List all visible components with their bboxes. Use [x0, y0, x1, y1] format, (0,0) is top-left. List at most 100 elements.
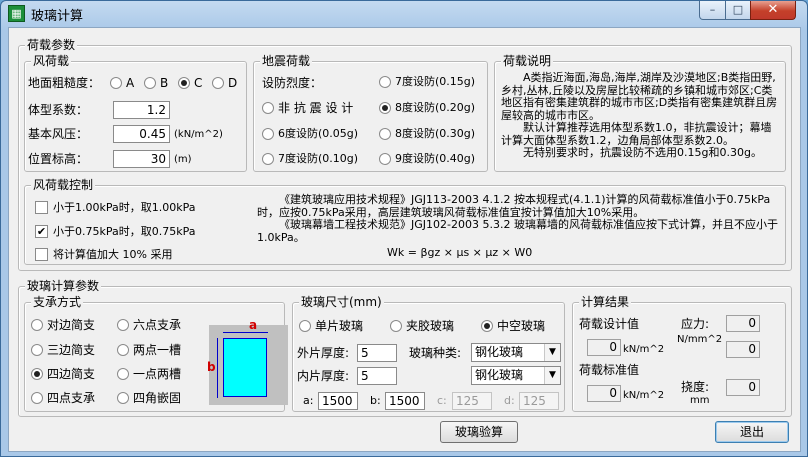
- maximize-icon[interactable]: □: [725, 1, 751, 20]
- support-group: 支承方式 对边简支 六点支承 三边简支 两点一槽 四边简支 一点两槽 四点支承 …: [24, 295, 288, 412]
- dim-line-a: [223, 332, 268, 333]
- support-radio-two-point-slot[interactable]: [117, 344, 129, 356]
- seismic-option-8-020: 8度设防(0.20g): [395, 101, 476, 114]
- base-pressure-unit: (kN/m^2): [174, 129, 223, 140]
- glass-type-radio-laminated[interactable]: [390, 320, 402, 332]
- wind-control-legend: 风荷载控制: [31, 178, 96, 192]
- inner-glass-kind-select[interactable]: 钢化玻璃 ▼: [471, 366, 561, 385]
- inner-thickness-label: 内片厚度:: [297, 369, 350, 383]
- seismic-option-7-010: 7度设防(0.10g): [278, 152, 359, 165]
- roughness-radio-a[interactable]: [110, 77, 122, 89]
- outer-thickness-input[interactable]: 5: [357, 344, 397, 362]
- load-notes-paragraph-2: 默认计算推荐选用体型系数1.0，非抗震设计；幕墙计算大面体型系数1.2，边角局部…: [501, 121, 772, 147]
- roughness-radio-d[interactable]: [212, 77, 224, 89]
- support-label-one-point-two-slot: 一点两槽: [133, 367, 182, 381]
- seismic-load-legend: 地震荷载: [260, 54, 313, 68]
- min-100-checkbox[interactable]: [35, 201, 48, 214]
- dim-label-a: a: [249, 318, 258, 332]
- grid-icon: ▦: [8, 5, 25, 22]
- height-input[interactable]: 30: [113, 150, 170, 168]
- chevron-down-icon[interactable]: ▼: [544, 367, 560, 384]
- seismic-radio-none[interactable]: [262, 102, 274, 114]
- dim-c-label: c:: [437, 394, 447, 407]
- roughness-label-a: A: [126, 76, 135, 90]
- dim-b-input[interactable]: 1500: [385, 392, 425, 410]
- seismic-option-none: 非 抗 震 设 计: [278, 101, 354, 115]
- load-notes-legend: 荷载说明: [501, 54, 554, 68]
- wind-load-group: 风荷载 地面粗糙度： A B C D 体型系数： 1.2 基本风压： 0.45 …: [24, 54, 247, 172]
- seismic-radio-8-020[interactable]: [379, 102, 391, 114]
- deflection-value: 0: [726, 379, 760, 396]
- standard-jgj113: 《建筑玻璃应用技术规程》JGJ113-2003 4.1.2 按本规程式(4.1.…: [257, 193, 771, 219]
- results-group: 计算结果 荷载设计值 0 kN/m^2 荷载标准值 0 kN/m^2 应力: N…: [572, 295, 786, 412]
- design-load-unit: kN/m^2: [623, 344, 665, 355]
- inner-thickness-input[interactable]: 5: [357, 367, 397, 385]
- glass-pane-shape: [223, 338, 267, 397]
- increase-10-checkbox[interactable]: [35, 248, 48, 261]
- dim-a-label: a:: [303, 394, 314, 407]
- support-radio-three-edge[interactable]: [31, 344, 43, 356]
- design-load-value: 0: [587, 339, 621, 356]
- roughness-label-b: B: [160, 76, 169, 90]
- seismic-option-7-015: 7度设防(0.15g): [395, 75, 476, 88]
- glass-params-legend: 玻璃计算参数: [25, 279, 102, 293]
- support-label-four-point: 四点支承: [47, 391, 96, 405]
- outer-glass-kind-select[interactable]: 钢化玻璃 ▼: [471, 343, 561, 362]
- support-radio-opposite[interactable]: [31, 319, 43, 331]
- title-bar[interactable]: ▦ 玻璃计算 – □ ✕: [1, 1, 807, 27]
- seismic-option-9-040: 9度设防(0.40g): [395, 152, 476, 165]
- seismic-option-8-030: 8度设防(0.30g): [395, 127, 476, 140]
- dim-d-input: 125: [519, 392, 559, 410]
- dim-a-input[interactable]: 1500: [318, 392, 358, 410]
- stress-label: 应力:: [681, 317, 710, 331]
- standard-load-unit: kN/m^2: [623, 390, 665, 401]
- glass-check-button[interactable]: 玻璃验算: [440, 421, 518, 443]
- min-075-checkbox[interactable]: ✔: [35, 225, 48, 238]
- support-radio-four-edge[interactable]: [31, 368, 43, 380]
- exit-button[interactable]: 退出: [715, 421, 789, 443]
- outer-glass-kind-value: 钢化玻璃: [475, 345, 524, 359]
- support-radio-one-point-two-slot[interactable]: [117, 368, 129, 380]
- minimize-icon[interactable]: –: [699, 1, 726, 20]
- dim-d-label: d:: [504, 394, 515, 407]
- support-label-opposite: 对边简支: [47, 318, 96, 332]
- stress-value-1: 0: [726, 315, 760, 332]
- design-load-label: 荷载设计值: [579, 317, 640, 331]
- height-label: 位置标高：: [28, 152, 89, 166]
- glass-type-radio-single[interactable]: [299, 320, 311, 332]
- seismic-radio-7-010[interactable]: [262, 153, 274, 165]
- seismic-radio-6-005[interactable]: [262, 128, 274, 140]
- support-label-four-edge: 四边简支: [47, 367, 96, 381]
- support-diagram: a b: [207, 319, 288, 405]
- support-radio-six-point[interactable]: [117, 319, 129, 331]
- min-100-label: 小于1.00kPa时，取1.00kPa: [53, 201, 196, 214]
- base-pressure-input[interactable]: 0.45: [113, 125, 170, 143]
- support-legend: 支承方式: [31, 295, 84, 309]
- increase-10-label: 将计算值加大 10% 采用: [53, 248, 173, 261]
- wind-load-legend: 风荷载: [31, 54, 72, 68]
- standard-text: 《建筑玻璃应用技术规程》JGJ113-2003 4.1.2 按本规程式(4.1.…: [257, 193, 779, 260]
- glass-size-group: 玻璃尺寸(mm) 单片玻璃 夹胶玻璃 中空玻璃 外片厚度: 5 内片厚度: 5 …: [292, 295, 565, 412]
- roughness-radio-c[interactable]: [178, 77, 190, 89]
- close-icon[interactable]: ✕: [750, 1, 796, 20]
- support-radio-four-corner[interactable]: [117, 392, 129, 404]
- support-label-four-corner: 四角嵌固: [133, 391, 182, 405]
- seismic-radio-8-030[interactable]: [379, 128, 391, 140]
- intensity-label: 设防烈度：: [262, 76, 323, 90]
- load-notes-group: 荷载说明 A类指近海面,海岛,海岸,湖岸及沙漠地区;B类指田野,乡村,丛林,丘陵…: [494, 54, 786, 172]
- glass-type-label-single: 单片玻璃: [315, 319, 364, 333]
- deflection-label: 挠度:: [681, 380, 710, 394]
- deflection-unit: mm: [690, 395, 710, 406]
- shape-coef-input[interactable]: 1.2: [113, 101, 170, 119]
- roughness-label-d: D: [228, 76, 238, 90]
- support-radio-four-point[interactable]: [31, 392, 43, 404]
- seismic-radio-7-015[interactable]: [379, 76, 391, 88]
- app-window: ▦ 玻璃计算 – □ ✕ 荷载参数 风荷载 地面粗糙度： A B C D 体型系…: [0, 0, 808, 457]
- seismic-radio-9-040[interactable]: [379, 153, 391, 165]
- glass-type-radio-insulated[interactable]: [481, 320, 493, 332]
- wind-formula: Wk = βgz × μs × μz × W0: [387, 246, 533, 259]
- glass-type-label-laminated: 夹胶玻璃: [406, 319, 455, 333]
- roughness-radio-b[interactable]: [144, 77, 156, 89]
- support-label-six-point: 六点支承: [133, 318, 182, 332]
- chevron-down-icon[interactable]: ▼: [544, 344, 560, 361]
